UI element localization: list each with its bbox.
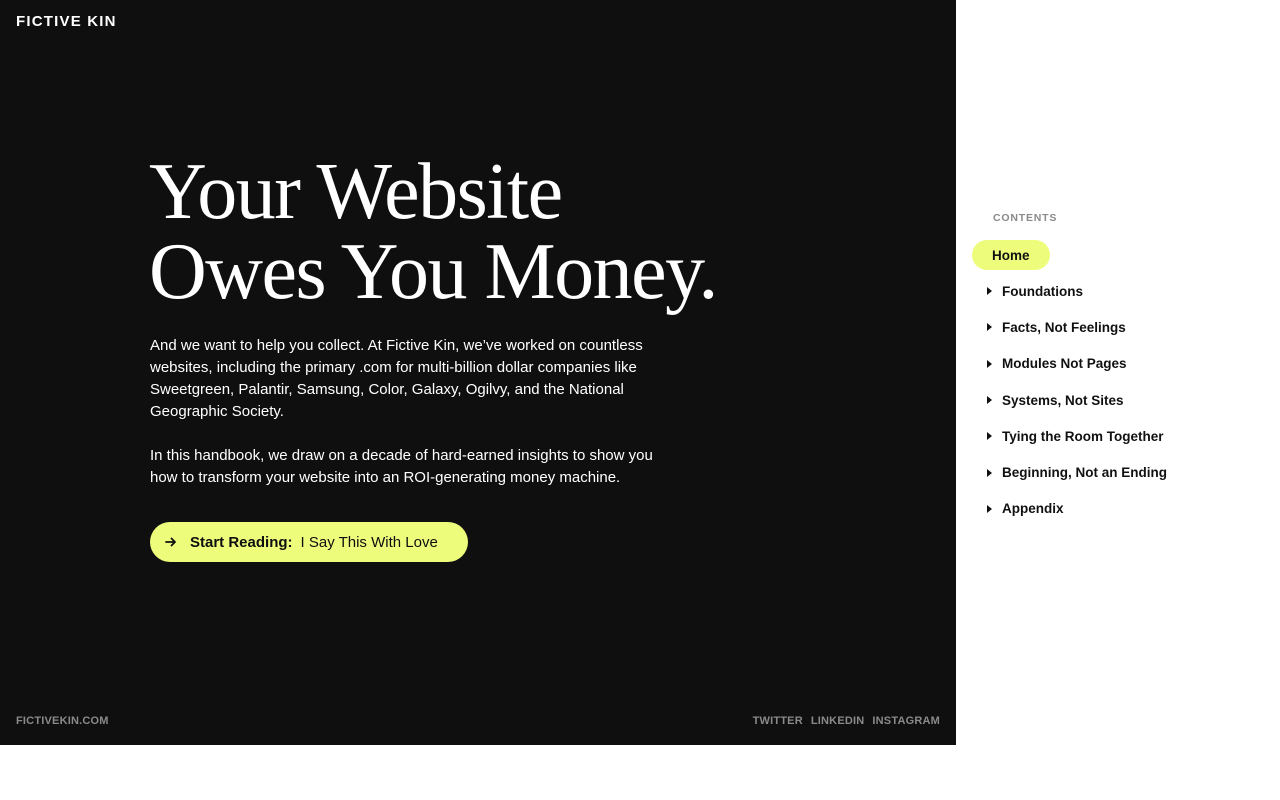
caret-right-icon[interactable] xyxy=(972,396,1002,405)
toc-list: Home Foundations Facts, Not Feelings Mod… xyxy=(972,240,1272,527)
cta-chapter-title: I Say This With Love xyxy=(300,533,438,551)
toc-item-foundations[interactable]: Foundations xyxy=(972,273,1272,309)
toc-item-label: Foundations xyxy=(1002,283,1083,299)
caret-right-icon[interactable] xyxy=(972,323,1002,332)
instagram-link[interactable]: INSTAGRAM xyxy=(872,715,940,727)
linkedin-link[interactable]: LINKEDIN xyxy=(811,715,865,727)
headline-line-2: Owes You Money. xyxy=(149,228,718,316)
intro-paragraph-1: And we want to help you collect. At Fict… xyxy=(150,337,643,420)
toc-item-tying-the-room-together[interactable]: Tying the Room Together xyxy=(972,418,1272,454)
logo-link[interactable]: FICTIVE KIN xyxy=(16,13,117,30)
site-link[interactable]: FICTIVEKIN.COM xyxy=(16,715,109,727)
social-links: TWITTER LINKEDIN INSTAGRAM xyxy=(753,715,940,727)
toc-item-label: Beginning, Not an Ending xyxy=(1002,465,1167,481)
toc-heading: CONTENTS xyxy=(993,212,1058,224)
arrow-right-icon xyxy=(164,535,178,549)
headline-line-1: Your Website xyxy=(149,148,563,236)
toc-item-facts-not-feelings[interactable]: Facts, Not Feelings xyxy=(972,309,1272,345)
table-of-contents: CONTENTS Home Foundations Facts, Not Fee… xyxy=(972,212,1272,527)
toc-item-label: Modules Not Pages xyxy=(1002,356,1127,372)
toc-item-label: Home xyxy=(992,247,1030,263)
page-title: Your Website Owes You Money. xyxy=(149,152,869,312)
toc-item-label: Systems, Not Sites xyxy=(1002,392,1124,408)
caret-right-icon[interactable] xyxy=(972,468,1002,477)
hero-panel: FICTIVE KIN Your Website Owes You Money.… xyxy=(0,0,956,745)
toc-item-beginning-not-an-ending[interactable]: Beginning, Not an Ending xyxy=(972,454,1272,490)
caret-right-icon[interactable] xyxy=(972,432,1002,441)
start-reading-button[interactable]: Start Reading: I Say This With Love xyxy=(150,522,468,562)
caret-right-icon[interactable] xyxy=(972,287,1002,296)
toc-item-label: Appendix xyxy=(1002,501,1064,517)
intro-paragraph-2: In this handbook, we draw on a decade of… xyxy=(150,447,653,486)
caret-right-icon[interactable] xyxy=(972,359,1002,368)
cta-label: Start Reading: xyxy=(190,533,293,551)
toc-item-label: Facts, Not Feelings xyxy=(1002,319,1126,335)
caret-right-icon[interactable] xyxy=(972,504,1002,513)
toc-item-appendix[interactable]: Appendix xyxy=(972,491,1272,527)
toc-item-systems-not-sites[interactable]: Systems, Not Sites xyxy=(972,382,1272,418)
toc-item-modules-not-pages[interactable]: Modules Not Pages xyxy=(972,346,1272,382)
intro-text: And we want to help you collect. At Fict… xyxy=(150,335,680,489)
toc-item-label: Tying the Room Together xyxy=(1002,428,1164,444)
toc-item-home[interactable]: Home xyxy=(972,240,1050,270)
twitter-link[interactable]: TWITTER xyxy=(753,715,803,727)
